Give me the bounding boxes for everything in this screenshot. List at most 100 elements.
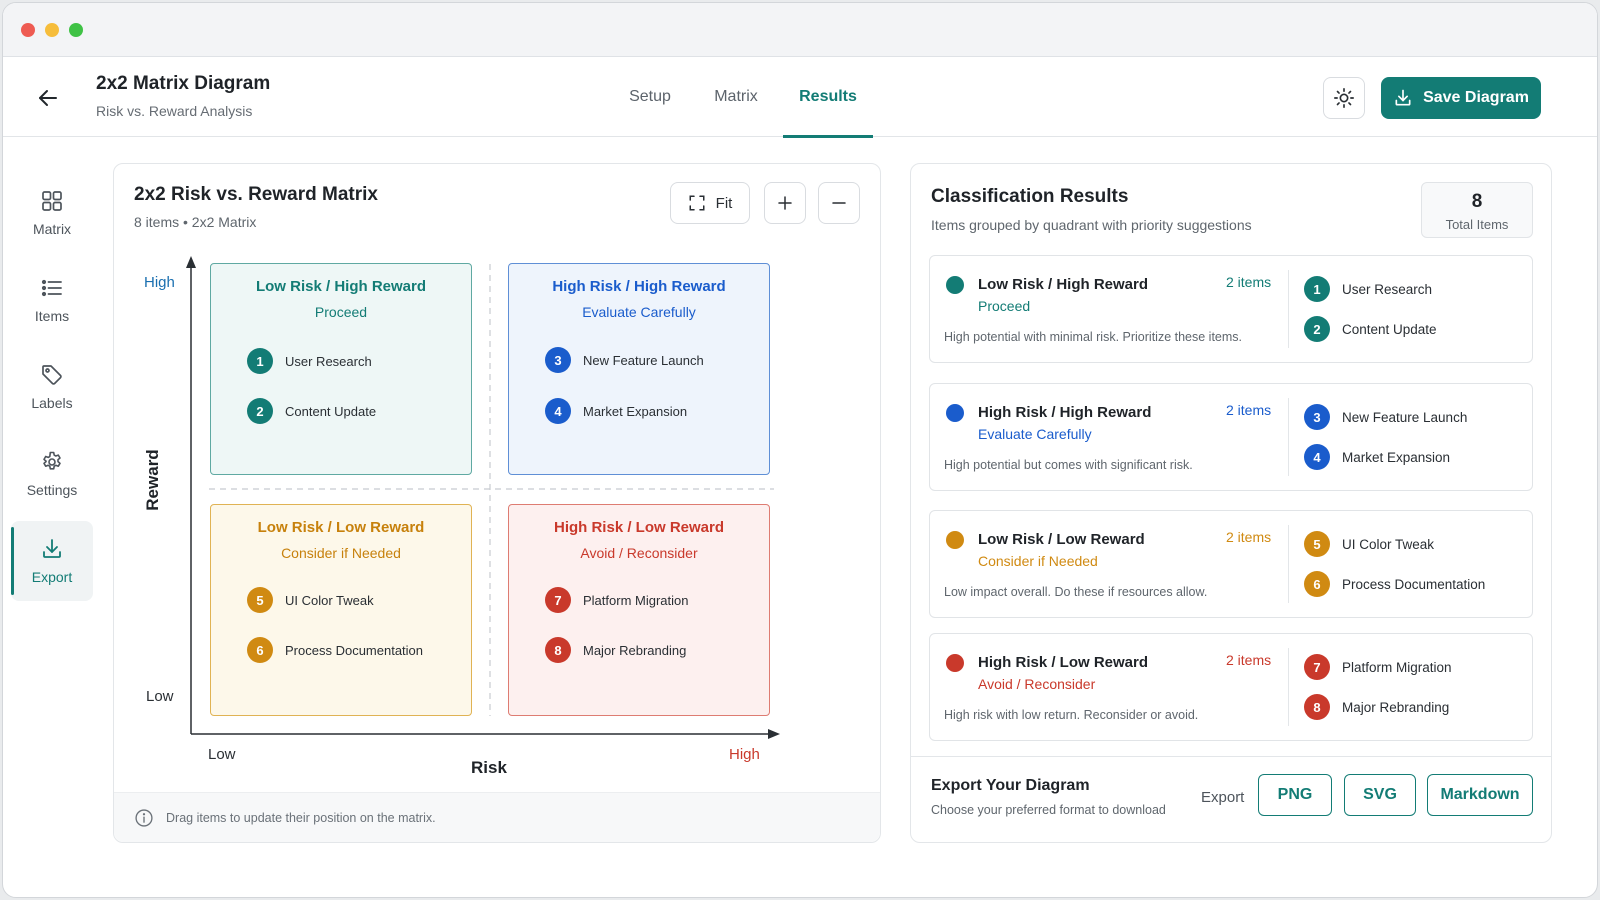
x-axis-low-label: Low [208,746,236,763]
export-label: Export [1201,789,1245,806]
sidebar: Matrix Items Labels Settings Export [11,173,93,608]
list-item: 2 Content Update [1304,316,1437,342]
window-maximize-button[interactable] [69,22,83,37]
export-markdown-button[interactable]: Markdown [1427,774,1533,816]
back-button[interactable] [31,81,65,115]
item-number-badge: 6 [247,637,273,663]
card-item-count: 2 items [1226,402,1272,418]
card-divider [1288,398,1289,476]
results-title: Classification Results [931,186,1129,207]
list-item: 4 Market Expansion [1304,444,1450,470]
window-minimize-button[interactable] [45,22,59,37]
quadrant-color-dot [946,404,964,422]
export-title: Export Your Diagram [931,777,1090,794]
card-description: High potential with minimal risk. Priori… [944,330,1243,344]
export-png-button[interactable]: PNG [1258,774,1332,816]
item-number-badge: 7 [545,587,571,613]
export-subtitle: Choose your preferred format to download [931,803,1166,817]
list-item: 6 Process Documentation [1304,571,1485,597]
quadrant-subtitle: Evaluate Carefully [582,304,696,320]
list-item: 3 New Feature Launch [1304,404,1467,430]
card-divider [1288,525,1289,603]
gear-icon [43,451,61,470]
tab-matrix[interactable]: Matrix [699,57,773,137]
save-diagram-button[interactable]: Save Diagram [1381,77,1541,119]
info-icon [135,808,153,827]
item-label: Major Rebranding [1342,699,1450,715]
item-number-badge: 2 [247,398,273,424]
item-number-badge: 5 [247,587,273,613]
results-panel: Classification Results Items grouped by … [910,163,1552,843]
tab-results[interactable]: Results [783,57,873,138]
y-axis-label: Reward [143,449,162,511]
item-number-badge: 8 [1304,694,1330,720]
sidebar-item-labels[interactable]: Labels [11,347,93,427]
item-label: New Feature Launch [583,352,704,368]
save-diagram-label: Save Diagram [1423,89,1529,106]
quadrant-title: High Risk / High Reward [552,278,726,295]
x-axis-label: Risk [471,758,507,777]
result-card-high-risk-high-reward: High Risk / High Reward Evaluate Careful… [929,383,1533,491]
matrix-item[interactable]: 1 User Research [247,348,372,374]
quadrant-subtitle: Consider if Needed [281,545,401,561]
matrix-item[interactable]: 5 UI Color Tweak [247,587,374,613]
sidebar-item-label: Export [31,569,73,585]
y-axis-high-label: High [144,274,175,291]
matrix-item[interactable]: 2 Content Update [247,398,376,424]
card-subtitle: Evaluate Carefully [978,426,1092,442]
matrix-item[interactable]: 4 Market Expansion [545,398,687,424]
arrow-left-icon [39,90,57,106]
download-icon [1395,89,1411,106]
item-label: Market Expansion [1342,449,1451,465]
item-number-badge: 3 [1304,404,1330,430]
sidebar-item-label: Labels [31,395,73,411]
item-number-badge: 8 [545,637,571,663]
card-item-count: 2 items [1226,652,1272,668]
matrix-panel: 2x2 Risk vs. Reward Matrix 8 items • 2x2… [113,163,881,843]
matrix-item[interactable]: 7 Platform Migration [545,587,688,613]
sun-icon [1334,88,1354,108]
matrix-hint-text: Drag items to update their position on t… [166,810,436,825]
item-label: User Research [1342,281,1433,297]
matrix-item[interactable]: 6 Process Documentation [247,637,423,663]
item-label: Process Documentation [285,642,424,658]
item-number-badge: 7 [1304,654,1330,680]
export-svg-button[interactable]: SVG [1344,774,1416,816]
card-title: High Risk / Low Reward [978,654,1149,671]
quadrant-title: Low Risk / High Reward [255,278,427,295]
item-label: Process Documentation [1342,576,1486,592]
sidebar-item-items[interactable]: Items [11,260,93,340]
result-card-low-risk-low-reward: Low Risk / Low Reward Consider if Needed… [929,510,1533,618]
matrix-item[interactable]: 3 New Feature Launch [545,347,704,373]
item-label: Platform Migration [583,592,689,608]
sidebar-item-settings[interactable]: Settings [11,434,93,514]
grid-icon [42,191,62,211]
item-label: Platform Migration [1342,659,1452,675]
quadrant-subtitle: Avoid / Reconsider [580,545,698,561]
sidebar-item-matrix[interactable]: Matrix [11,173,93,253]
window-close-button[interactable] [21,22,35,37]
page-title: 2x2 Matrix Diagram [96,73,271,94]
sidebar-item-export[interactable]: Export [11,521,93,601]
matrix-item[interactable]: 8 Major Rebranding [545,637,686,663]
item-number-badge: 1 [247,348,273,374]
results-subtitle: Items grouped by quadrant with priority … [931,217,1252,233]
list-item: 1 User Research [1304,276,1432,302]
result-card-low-risk-high-reward: Low Risk / High Reward Proceed 2 items H… [929,255,1533,363]
quadrant-high-risk-low-reward: High Risk / Low Reward Avoid / Reconside… [508,504,770,716]
theme-toggle-button[interactable] [1323,77,1365,119]
card-title: High Risk / High Reward [978,404,1152,421]
card-item-count: 2 items [1226,274,1272,290]
title-bar [3,3,1597,57]
card-divider [1288,648,1289,726]
page-subtitle: Risk vs. Reward Analysis [96,103,253,119]
x-axis-high-label: High [729,746,760,763]
total-items-label: Total Items [1445,217,1509,232]
item-label: UI Color Tweak [1342,536,1435,552]
quadrant-title: Low Risk / Low Reward [257,519,425,536]
item-number-badge: 5 [1304,531,1330,557]
tab-setup[interactable]: Setup [601,57,699,137]
quadrant-title: High Risk / Low Reward [553,519,725,536]
card-subtitle: Avoid / Reconsider [978,676,1096,692]
card-title: Low Risk / High Reward [978,276,1149,293]
